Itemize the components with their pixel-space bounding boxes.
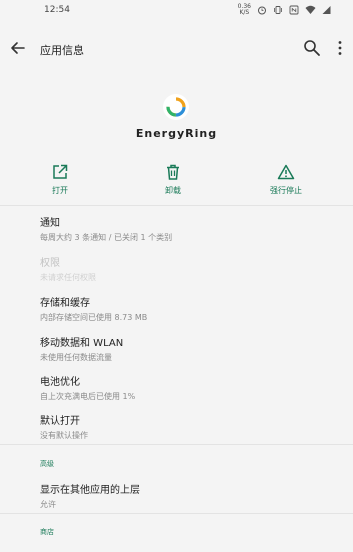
setting-subtitle: 内部存储空间已使用 8.73 MB	[40, 313, 148, 322]
setting-subtitle: 未请求任何权限	[40, 273, 96, 282]
setting-title: 权限	[40, 258, 60, 269]
setting-open-by-default[interactable]: 默认打开 没有默认操作	[40, 412, 340, 441]
setting-title: 显示在其他应用的上层	[40, 485, 140, 496]
setting-title: 存储和缓存	[40, 298, 90, 309]
status-icons: 0.36 K/S	[238, 4, 331, 16]
setting-battery[interactable]: 电池优化 自上次充满电后已使用 1%	[40, 373, 340, 402]
vibrate-icon	[274, 6, 282, 14]
trash-icon	[167, 164, 179, 180]
force-stop-label: 强行停止	[270, 186, 302, 195]
nfc-icon	[289, 5, 299, 15]
status-time: 12:54	[44, 5, 70, 15]
setting-title: 移动数据和 WLAN	[40, 338, 124, 349]
app-icon	[163, 94, 189, 120]
setting-title: 默认打开	[40, 416, 80, 427]
setting-title: 通知	[40, 218, 60, 229]
setting-display-over-apps[interactable]: 显示在其他应用的上层 允许	[40, 481, 340, 510]
divider	[0, 205, 353, 206]
setting-notifications[interactable]: 通知 每周大约 3 条通知 / 已关闭 1 个类别	[40, 214, 340, 243]
page-title: 应用信息	[40, 44, 84, 57]
setting-permissions[interactable]: 权限 未请求任何权限	[40, 254, 340, 283]
warning-icon	[277, 164, 295, 180]
section-header-store: 商店	[40, 528, 54, 536]
setting-subtitle: 未使用任何数据流量	[40, 353, 112, 362]
divider	[0, 444, 353, 445]
uninstall-button[interactable]: 卸载	[143, 163, 203, 196]
setting-subtitle: 自上次充满电后已使用 1%	[40, 392, 136, 401]
wifi-icon	[305, 5, 316, 14]
open-button[interactable]: 打开	[30, 163, 90, 196]
setting-title: 电池优化	[40, 377, 80, 388]
app-name: EnergyRing	[135, 127, 218, 140]
divider	[0, 513, 353, 514]
setting-subtitle: 允许	[40, 500, 56, 509]
net-speed-unit: K/S	[239, 9, 250, 16]
setting-subtitle: 每周大约 3 条通知 / 已关闭 1 个类别	[40, 233, 173, 242]
status-bar: 12:54 0.36 K/S	[0, 0, 353, 22]
setting-storage[interactable]: 存储和缓存 内部存储空间已使用 8.73 MB	[40, 294, 340, 323]
setting-mobile-data[interactable]: 移动数据和 WLAN 未使用任何数据流量	[40, 334, 340, 363]
alarm-icon	[258, 6, 266, 15]
search-icon[interactable]	[303, 39, 321, 57]
more-options-icon[interactable]	[337, 40, 343, 56]
back-arrow-icon[interactable]	[8, 38, 28, 58]
net-speed: 0.36 K/S	[238, 4, 251, 16]
force-stop-button[interactable]: 强行停止	[256, 163, 316, 196]
app-bar: 应用信息	[0, 22, 353, 76]
signal-icon	[322, 6, 331, 14]
section-header-advanced: 高级	[40, 460, 54, 468]
setting-subtitle: 没有默认操作	[40, 431, 88, 440]
open-external-icon	[53, 164, 68, 179]
open-label: 打开	[52, 186, 68, 195]
uninstall-label: 卸载	[165, 186, 181, 195]
